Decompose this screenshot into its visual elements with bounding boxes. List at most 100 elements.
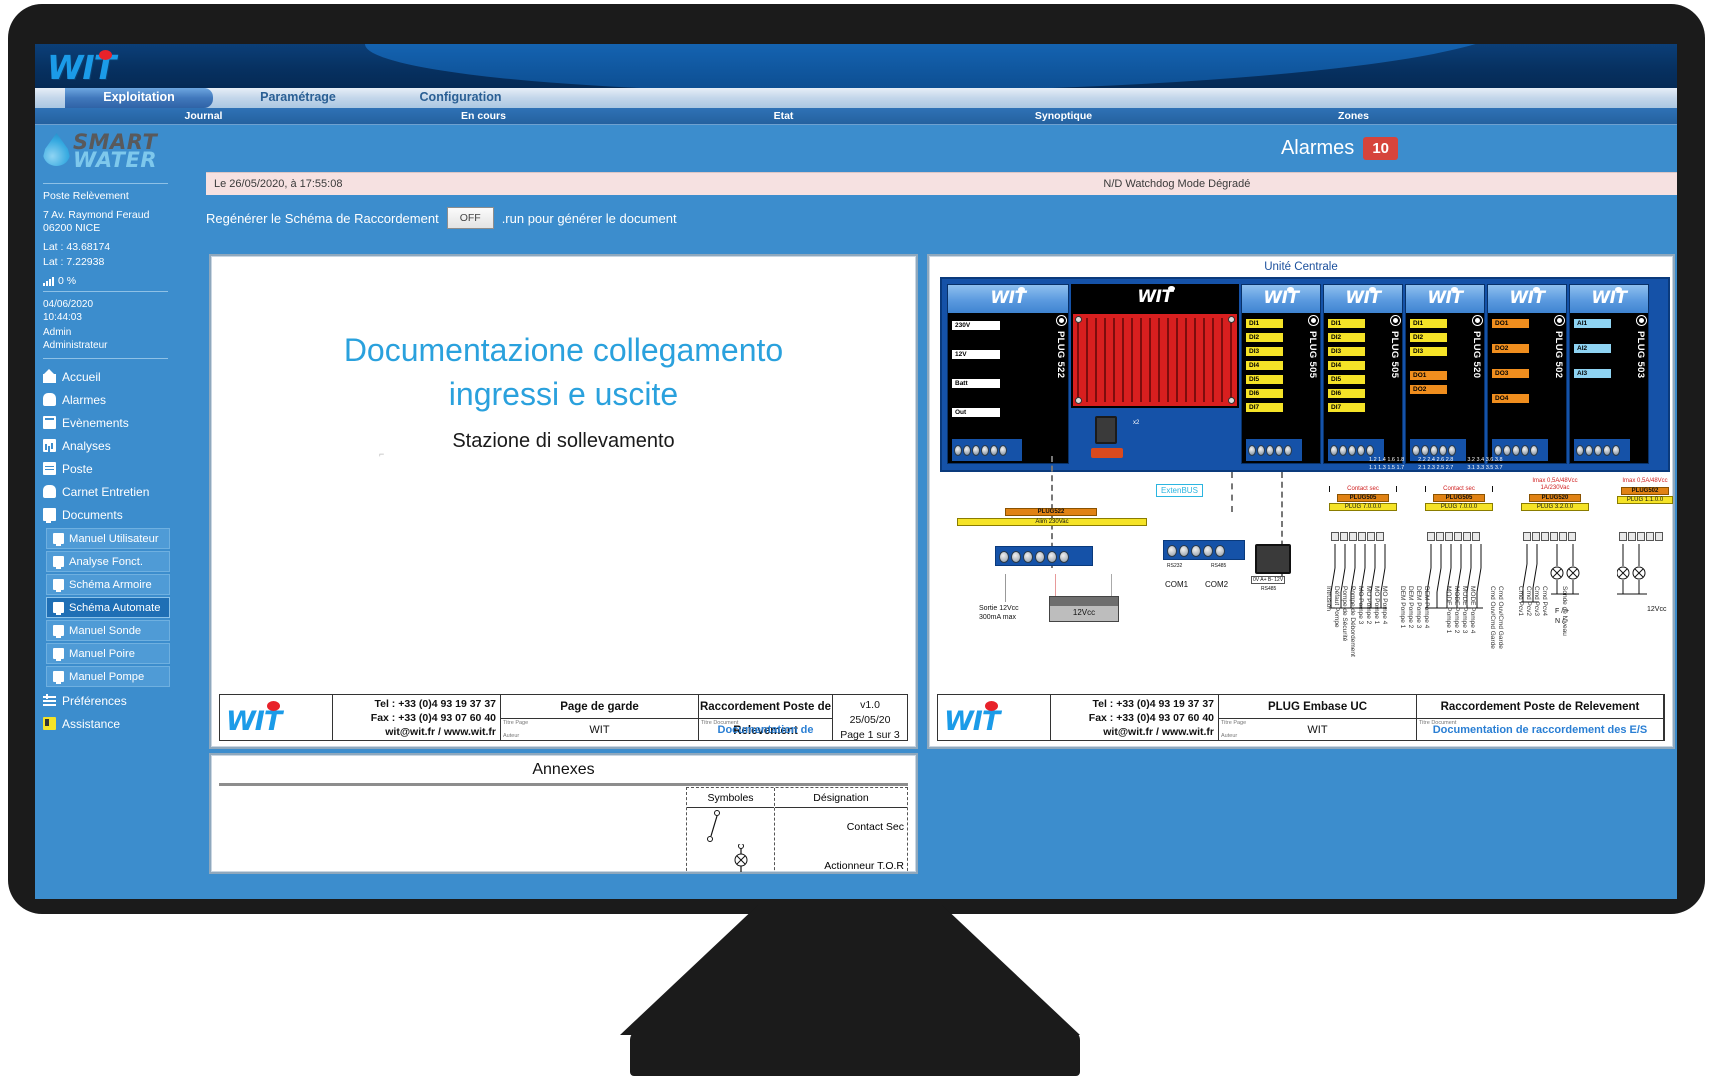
titleblock-contact: Tel : +33 (0)4 93 19 37 37 Fax : +33 (0)…	[1051, 695, 1219, 740]
screw-icon	[1228, 397, 1235, 404]
led-di7: DI7	[1328, 403, 1365, 412]
titleblock-logo: WIT	[938, 695, 1051, 740]
relay-group-520: Imax 0,5A/48Vcc 1A/230Vac PLUG520 PLUG 3…	[1521, 478, 1589, 625]
sidebar-doc-manuel-utilisateur[interactable]: Manuel Utilisateur	[46, 528, 170, 549]
document-viewer-cover-page[interactable]: Documentazione collegamento ingressi e u…	[209, 254, 918, 749]
rs232-label: RS232	[1167, 563, 1183, 569]
annexes-divider	[219, 783, 908, 786]
monitor-icon	[53, 671, 64, 684]
titleblock-logo: WIT	[220, 695, 333, 740]
module-pin-out: Out	[952, 408, 1000, 417]
active-alarm-row[interactable]: Le 26/05/2020, à 17:55:08 N/D Watchdog M…	[206, 172, 1677, 195]
regenerate-toggle-button[interactable]: OFF	[446, 207, 494, 229]
documents-submenu: Manuel Utilisateur Analyse Fonct. Schéma…	[35, 528, 176, 687]
sidebar-doc-manuel-pompe[interactable]: Manuel Pompe	[46, 666, 170, 687]
alarms-header[interactable]: Alarmes 10	[1281, 137, 1398, 160]
led-di5: DI5	[1246, 375, 1283, 384]
contact-sec-label: Contact sec	[1329, 486, 1397, 492]
sidebar-item-label: Poste	[62, 461, 93, 476]
annexes-row: Actionneur T.O.R	[775, 844, 907, 872]
tab-parametrage[interactable]: Paramétrage	[213, 88, 383, 108]
sortie-12v-line1: Sortie 12Vcc	[979, 605, 1019, 612]
sidebar-item-documents[interactable]: Documents	[35, 503, 176, 526]
cpu-base-board: x2	[1071, 408, 1239, 464]
module-plug-505-b[interactable]: WIT PLUG 505 DI1 DI2 DI3 DI4 DI5 DI6 DI7	[1323, 284, 1403, 464]
module-pin-230v: 230V	[952, 321, 1000, 330]
led-di1: DI1	[1328, 319, 1365, 328]
module-plug-522[interactable]: WIT PLUG 522 230V 12V Batt Out	[947, 284, 1069, 464]
sidebar-item-assistance[interactable]: Assistance	[35, 712, 176, 735]
monitor-stand-base	[630, 1030, 1080, 1076]
relay-group-502: Imax 0,5A/48Vcc PLUG502 PLUG 1.1.0.0 12V…	[1617, 478, 1673, 613]
subtab-journal[interactable]: Journal	[135, 108, 272, 125]
module-cpu[interactable]: WIT x2	[1071, 284, 1239, 464]
gear-icon	[1473, 316, 1482, 325]
module-plug-503[interactable]: WIT PLUG 503 AI1 AI2 AI3	[1569, 284, 1649, 464]
annexes-col-symboles: Symboles	[687, 788, 774, 808]
sidebar-doc-schema-armoire[interactable]: Schéma Armoire	[46, 574, 170, 595]
sidebar-doc-analyse-fonct[interactable]: Analyse Fonct.	[46, 551, 170, 572]
subtab-synoptique[interactable]: Synoptique	[995, 108, 1132, 125]
titleblock-label-titre-page: Titre Page	[1221, 720, 1247, 726]
wit-logo: WIT	[1263, 288, 1299, 308]
sidebar-doc-schema-automate[interactable]: Schéma Automate	[46, 597, 170, 618]
wire	[1005, 574, 1006, 602]
monitor-icon	[53, 533, 64, 546]
sidebar-item-evenements[interactable]: Evènements	[35, 411, 176, 434]
sidebar-item-analyses[interactable]: Analyses	[35, 434, 176, 457]
annexes-designation-column: Désignation Contact Sec Actionneur T.O.R	[775, 788, 907, 872]
led-do1: DO1	[1492, 319, 1529, 328]
titleblock-page-col: PLUG Embase UC Titre Page WIT Auteur	[1219, 695, 1417, 740]
monitor-icon	[53, 579, 64, 592]
cpu-red-board	[1071, 312, 1239, 408]
sidebar-item-accueil[interactable]: Accueil	[35, 365, 176, 388]
tab-exploitation[interactable]: Exploitation	[65, 88, 213, 108]
document-viewer-wiring-diagram[interactable]: Unité Centrale WIT PLUG 522 230V 12V Bat…	[927, 254, 1675, 749]
document-viewer-annexes[interactable]: Annexes Symboles Désignation Contact Sec…	[209, 753, 918, 874]
sidebar-item-label: Carnet Entretien	[62, 484, 150, 499]
monitor-icon	[53, 556, 64, 569]
sidebar-item-alarmes[interactable]: Alarmes	[35, 388, 176, 411]
station-icon	[43, 462, 56, 475]
sortie-12v-label: Sortie 12Vcc 300mA max	[979, 604, 1019, 622]
subtab-etat[interactable]: Etat	[715, 108, 852, 125]
tab-configuration[interactable]: Configuration	[383, 88, 538, 108]
module-plug-520[interactable]: WIT PLUG 520 DI1 DI2 DI3 DO1 DO2	[1405, 284, 1485, 464]
sidebar-doc-manuel-sonde[interactable]: Manuel Sonde	[46, 620, 170, 641]
plug505-tag: PLUG505	[1337, 494, 1389, 502]
annexes-col-designation: Désignation	[775, 788, 907, 808]
wire-positive	[1055, 574, 1056, 596]
wit-logo-dot-icon	[267, 701, 280, 711]
monitor-icon	[53, 625, 64, 638]
terminal-screws	[999, 551, 1069, 563]
sidebar-doc-label: Manuel Pompe	[69, 670, 145, 683]
sidebar-item-preferences[interactable]: Préférences	[35, 689, 176, 712]
led-di3: DI3	[1328, 347, 1365, 356]
module-plug-505-a[interactable]: WIT PLUG 505 DI1 DI2 DI3 DI4 DI5 DI6 DI7	[1241, 284, 1321, 464]
contact-tel: Tel : +33 (0)4 93 19 37 37	[1092, 698, 1214, 710]
led-ai1: AI1	[1574, 319, 1611, 328]
sidebar-doc-manuel-poire[interactable]: Manuel Poire	[46, 643, 170, 664]
module-name: PLUG 505	[1307, 331, 1318, 379]
sidebar-item-label: Préférences	[62, 693, 127, 708]
module-plug-502[interactable]: WIT PLUG 502 DO1 DO2 DO3 DO4	[1487, 284, 1567, 464]
sidebar-item-poste[interactable]: Poste	[35, 457, 176, 480]
module-header: WIT	[1071, 284, 1239, 312]
module-header: WIT	[948, 285, 1068, 313]
contact-mail: wit@wit.fr / www.wit.fr	[385, 726, 496, 738]
sidebar-item-label: Assistance	[62, 716, 121, 731]
annexes-designation-value: Actionneur T.O.R	[824, 860, 904, 872]
terminal-num-row: 1.1 1.3 1.5 1.7	[1369, 465, 1405, 471]
battery-12vcc: 12Vcc	[1049, 596, 1119, 622]
screw-icon	[1075, 397, 1082, 404]
subtab-en-cours[interactable]: En cours	[415, 108, 552, 125]
imax-label: Imax 0,5A/48Vcc 1A/230Vac	[1521, 478, 1589, 492]
alarms-label: Alarmes	[1280, 137, 1355, 159]
pin-row	[1427, 532, 1480, 541]
site-latitude: Lat : 43.68174	[43, 241, 111, 253]
gear-icon	[1637, 316, 1646, 325]
preferences-icon	[43, 694, 56, 707]
subtab-zones[interactable]: Zones	[1285, 108, 1422, 125]
sidebar-item-carnet-entretien[interactable]: Carnet Entretien	[35, 480, 176, 503]
com2-label: COM2	[1205, 580, 1229, 589]
